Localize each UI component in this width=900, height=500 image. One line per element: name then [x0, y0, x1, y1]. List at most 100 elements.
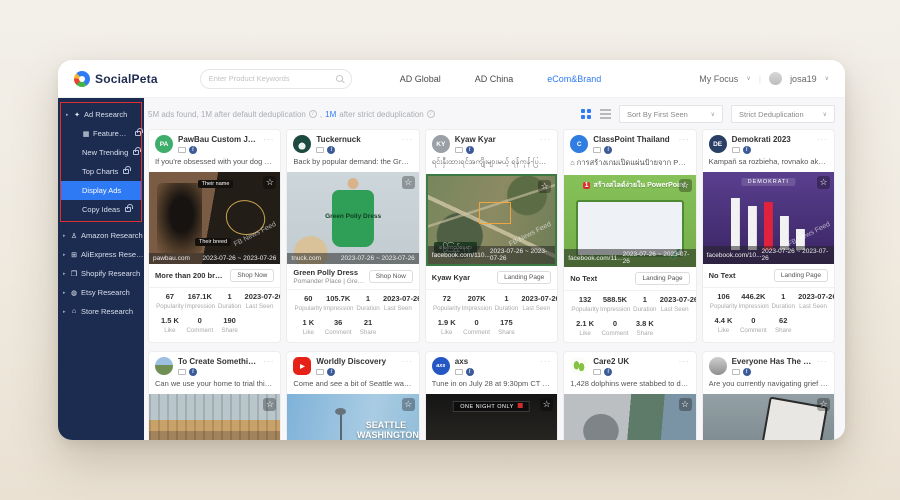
ad-domain[interactable]: facebook.com/10... — [707, 252, 762, 259]
card-menu-icon[interactable]: ··· — [817, 357, 828, 366]
card-menu-icon[interactable]: ··· — [402, 357, 413, 366]
top-nav-item[interactable]: AD China — [475, 74, 514, 84]
ad-card[interactable]: To Create Something Exceptio... f ··· Ca… — [148, 351, 281, 440]
advertiser-name[interactable]: Kyaw Kyar — [455, 135, 535, 144]
ad-card[interactable]: axs axs f ··· Tune in on — [425, 351, 558, 440]
advertiser-avatar[interactable]: PA — [155, 135, 173, 153]
advertiser-avatar[interactable] — [155, 357, 173, 375]
ad-domain[interactable]: pawbau.com — [153, 255, 190, 262]
advertiser-name[interactable]: To Create Something Exceptio... — [178, 357, 258, 366]
username-menu[interactable]: josa19 — [790, 74, 817, 84]
sidebar-item[interactable]: ▸ ◍ Etsy Research — [58, 283, 144, 302]
favorite-star-icon[interactable]: ☆ — [679, 398, 692, 411]
ad-domain[interactable]: tnuck.com — [291, 255, 321, 262]
favorite-star-icon[interactable]: ☆ — [817, 176, 830, 189]
sidebar-item[interactable]: ▦ Featured Ads — [61, 124, 141, 143]
ad-creative[interactable]: ☆ — [703, 394, 834, 440]
user-avatar[interactable] — [769, 72, 782, 85]
ad-card[interactable]: KY Kyaw Kyar f ··· ရင်းန — [425, 129, 558, 343]
info-icon[interactable]: i — [309, 110, 317, 118]
card-menu-icon[interactable]: ··· — [402, 135, 413, 144]
comment-value: 0 — [600, 319, 630, 328]
advertiser-name[interactable]: ClassPoint Thailand — [593, 135, 673, 144]
last-seen-value: 2023-07-26 — [798, 292, 828, 301]
sort-dropdown[interactable]: Sort By First Seen ∨ — [619, 105, 723, 123]
favorite-star-icon[interactable]: ☆ — [263, 398, 276, 411]
ad-creative[interactable]: ☆ — [564, 394, 695, 440]
ad-card[interactable]: PA PawBau Custom Jewelry f ··· — [148, 129, 281, 343]
advertiser-name[interactable]: PawBau Custom Jewelry — [178, 135, 258, 144]
sidebar-item[interactable]: ▸ ✦ Ad Research — [61, 105, 141, 124]
advertiser-avatar[interactable]: C — [570, 135, 588, 153]
card-menu-icon[interactable]: ··· — [540, 135, 551, 144]
card-menu-icon[interactable]: ··· — [817, 135, 828, 144]
sidebar-item[interactable]: ▸ ♙ Amazon Research — [58, 226, 144, 245]
card-menu-icon[interactable]: ··· — [540, 357, 551, 366]
advertiser-name[interactable]: Tuckernuck — [316, 135, 396, 144]
top-nav-item[interactable]: eCom&Brand — [547, 74, 601, 84]
advertiser-avatar[interactable]: DE — [709, 135, 727, 153]
favorite-star-icon[interactable]: ☆ — [817, 398, 830, 411]
card-menu-icon[interactable]: ··· — [263, 135, 274, 144]
ad-creative[interactable]: FB News Feed Their name Their breed ☆ pa… — [149, 172, 280, 264]
ad-creative[interactable]: ☆ — [149, 394, 280, 440]
ad-card[interactable]: Everyone Has The Freedom To... f ··· Are… — [702, 351, 835, 440]
card-menu-icon[interactable]: ··· — [679, 357, 690, 366]
socialpeta-logo[interactable]: SocialPeta — [74, 71, 158, 87]
search-icon[interactable] — [336, 75, 343, 82]
ad-card[interactable]: C ClassPoint Thailand f ··· — [563, 129, 696, 343]
list-view-button[interactable] — [600, 109, 611, 119]
my-focus-menu[interactable]: My Focus — [699, 74, 738, 84]
ad-creative[interactable]: FB News Feed မြေကြည့်နေရာ ☆ facebook.com… — [426, 174, 557, 266]
sidebar-item[interactable]: ▸ ⊞ AliExpress Research — [58, 245, 144, 264]
favorite-star-icon[interactable]: ☆ — [540, 398, 553, 411]
favorite-star-icon[interactable]: ☆ — [402, 176, 415, 189]
sidebar-item[interactable]: ▸ ❒ Shopify Research — [58, 264, 144, 283]
advertiser-avatar[interactable]: KY — [432, 135, 450, 153]
advertiser-name[interactable]: Worldly Discovery — [316, 357, 396, 366]
favorite-star-icon[interactable]: ☆ — [402, 398, 415, 411]
ad-creative[interactable]: SEATTLE WASHINGTON ☆ — [287, 394, 418, 440]
sidebar-item[interactable]: Display Ads — [61, 181, 141, 200]
top-nav-item[interactable]: AD Global — [400, 74, 441, 84]
ad-creative[interactable]: สร้างสไลด์ง่ายใน PowerPoint ☆ facebook.c… — [564, 175, 695, 267]
advertiser-avatar[interactable]: ▶ — [293, 357, 311, 375]
cta-button[interactable]: Shop Now — [369, 270, 413, 283]
sidebar-item[interactable]: ▸ ⌂ Store Research — [58, 302, 144, 321]
advertiser-name[interactable]: axs — [455, 357, 535, 366]
ad-domain[interactable]: facebook.com/110... — [432, 252, 490, 259]
advertiser-avatar[interactable] — [709, 357, 727, 375]
card-menu-icon[interactable]: ··· — [263, 357, 274, 366]
sidebar-item[interactable]: Top Charts — [61, 162, 141, 181]
card-menu-icon[interactable]: ··· — [679, 135, 690, 144]
favorite-star-icon[interactable]: ☆ — [679, 179, 692, 192]
dedup-dropdown[interactable]: Strict Deduplication ∨ — [731, 105, 835, 123]
cta-button[interactable]: Landing Page — [774, 269, 828, 282]
cta-button[interactable]: Landing Page — [497, 271, 551, 284]
ad-card[interactable]: Care2 UK f ··· 1,428 dolphins were stabb… — [563, 351, 696, 440]
sidebar-item[interactable]: New Trending — [61, 143, 141, 162]
product-search-box[interactable] — [200, 69, 352, 89]
ad-card[interactable]: ▶ Worldly Discovery f ··· — [286, 351, 419, 440]
grid-view-button[interactable] — [580, 108, 592, 120]
ad-card[interactable]: Tuckernuck f ··· Back by popular demand:… — [286, 129, 419, 343]
ad-creative[interactable]: Green Polly Dress ☆ tnuck.com 2023-07-26… — [287, 172, 418, 264]
cta-button[interactable]: Shop Now — [230, 269, 274, 282]
advertiser-avatar[interactable] — [570, 357, 588, 375]
info-icon[interactable]: i — [427, 110, 435, 118]
advertiser-name[interactable]: Demokrati 2023 — [732, 135, 812, 144]
last-seen-value: 2023-07-26 — [660, 295, 690, 304]
ad-domain[interactable]: facebook.com/11... — [568, 255, 622, 262]
favorite-star-icon[interactable]: ☆ — [538, 180, 551, 193]
advertiser-avatar[interactable] — [293, 135, 311, 153]
advertiser-avatar[interactable]: axs — [432, 357, 450, 375]
ad-card[interactable]: DE Demokrati 2023 f ··· — [702, 129, 835, 343]
cta-button[interactable]: Landing Page — [635, 272, 689, 285]
advertiser-name[interactable]: Everyone Has The Freedom To... — [732, 357, 812, 366]
advertiser-name[interactable]: Care2 UK — [593, 357, 673, 366]
sidebar-item[interactable]: Copy Ideas — [61, 200, 141, 219]
ad-creative[interactable]: ONE NIGHT ONLY ☆ — [426, 394, 557, 440]
ad-creative[interactable]: FB News Feed DEMOKRATI ☆ facebook.com/10… — [703, 172, 834, 264]
favorite-star-icon[interactable]: ☆ — [263, 176, 276, 189]
search-input[interactable] — [209, 74, 330, 83]
